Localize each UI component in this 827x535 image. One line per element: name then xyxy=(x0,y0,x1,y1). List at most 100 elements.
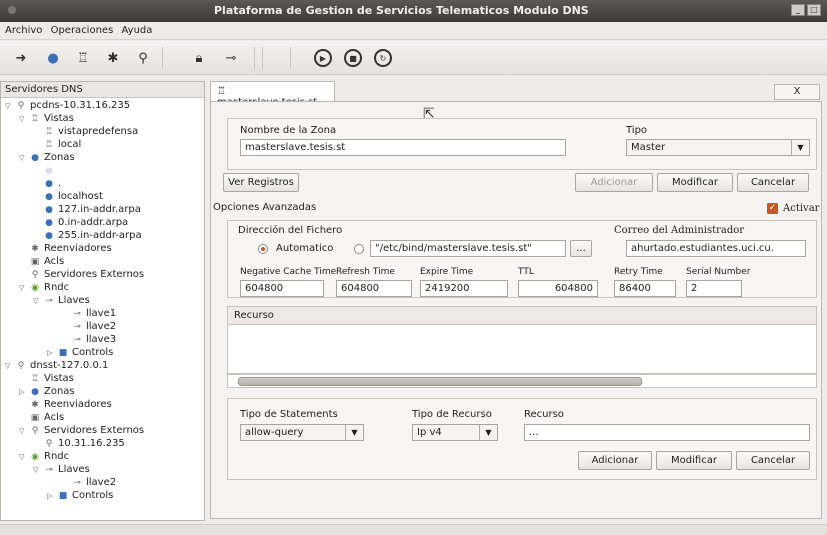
tree-llaves[interactable]: ▽ ⊸ Llaves xyxy=(33,464,90,476)
external-server-icon[interactable]: ⚲ xyxy=(134,49,152,67)
tree-key-item[interactable]: ⊸ llave2 xyxy=(71,477,116,489)
ver-registros-button[interactable]: Ver Registros xyxy=(223,173,299,192)
recurso-table-scrollbar[interactable] xyxy=(227,374,817,388)
expand-icon[interactable]: ▷ xyxy=(47,347,57,359)
browse-button[interactable]: ... xyxy=(570,240,592,257)
manual-path-radio[interactable] xyxy=(354,244,364,254)
expand-icon[interactable]: ▽ xyxy=(5,100,15,112)
serial-number-field[interactable]: 2 xyxy=(686,280,742,297)
tree-rndc[interactable]: ▽ ◉ Rndc xyxy=(19,282,69,294)
expand-icon[interactable]: ▽ xyxy=(19,152,29,164)
reload-icon[interactable]: ↻ xyxy=(374,49,392,67)
tree-reenviadores[interactable]: ✱ Reenviadores xyxy=(29,399,111,411)
tree-server-pcdns[interactable]: ▽ ⚲ pcdns-10.31.16.235 xyxy=(5,100,130,112)
tree-controls[interactable]: ▷ ■ Controls xyxy=(47,490,113,502)
tree-rndc[interactable]: ▽ ◉ Rndc xyxy=(19,451,69,463)
expand-icon[interactable]: ▽ xyxy=(5,360,15,372)
menu-operaciones[interactable]: Operaciones xyxy=(46,22,114,36)
statement-cancelar-button[interactable]: Cancelar xyxy=(736,451,810,470)
recurso-column-header[interactable]: Recurso xyxy=(234,310,274,321)
window-menu-icon[interactable] xyxy=(8,6,16,14)
statement-type-select[interactable]: allow-query ▼ xyxy=(240,424,364,441)
admin-email-field[interactable]: ahurtado.estudiantes.uci.cu. xyxy=(626,240,806,257)
zone-type-value: Master xyxy=(631,142,666,153)
ttl-label: TTL xyxy=(518,267,534,277)
ttl-field[interactable]: 604800 xyxy=(518,280,598,297)
stop-icon[interactable]: ■ xyxy=(344,49,362,67)
tab-zone[interactable]: ♖ masterslave.tesis.st xyxy=(210,81,335,108)
expand-icon[interactable]: ▽ xyxy=(19,425,29,437)
tree-acls[interactable]: ▣ Acls xyxy=(29,256,64,268)
statement-adicionar-button[interactable]: Adicionar xyxy=(578,451,652,470)
tree-reenviadores[interactable]: ✱ Reenviadores xyxy=(29,243,111,255)
tree-view-item[interactable]: ♖ vistapredefensa xyxy=(43,126,138,138)
toolbar-separator xyxy=(162,47,163,69)
tree-servidores-externos[interactable]: ▽ ⚲ Servidores Externos xyxy=(19,425,144,437)
refresh-time-field[interactable]: 604800 xyxy=(336,280,412,297)
resource-label: Recurso xyxy=(524,409,564,420)
tree-view-item[interactable]: ♖ local xyxy=(43,139,81,151)
menu-archivo[interactable]: Archivo xyxy=(0,22,42,36)
expand-icon[interactable]: ▽ xyxy=(19,113,29,125)
activar-checkbox[interactable]: ✓ xyxy=(767,203,778,214)
key-icon[interactable]: ⊸ xyxy=(222,49,240,67)
expire-time-field[interactable]: 2419200 xyxy=(420,280,508,297)
tree-llaves[interactable]: ▽ ⊸ Llaves xyxy=(33,295,90,307)
tree-external-server-item[interactable]: ⚲ 10.31.16.235 xyxy=(43,438,125,450)
expand-icon[interactable]: ▽ xyxy=(33,295,43,307)
tree-servidores-externos[interactable]: ⚲ Servidores Externos xyxy=(29,269,144,281)
recurso-table[interactable]: Recurso xyxy=(227,306,817,374)
tree-vistas[interactable]: ♖ Vistas xyxy=(29,373,74,385)
tree-zone-selected[interactable]: ● masterslave.tesis.st xyxy=(43,165,158,177)
expand-icon[interactable]: ▷ xyxy=(47,490,57,502)
tree-vistas[interactable]: ▽ ♖ Vistas xyxy=(19,113,74,125)
server-connect-icon[interactable]: ➜ xyxy=(12,49,30,67)
file-path-field[interactable]: "/etc/bind/masterslave.tesis.st" xyxy=(370,240,566,257)
forwarders-icon[interactable]: ✱ xyxy=(104,49,122,67)
tree-zone-item[interactable]: ● localhost xyxy=(43,191,103,203)
play-icon[interactable]: ▶ xyxy=(314,49,332,67)
tree-key-item[interactable]: ⊸ llave3 xyxy=(71,334,116,346)
statement-modificar-button[interactable]: Modificar xyxy=(656,451,732,470)
zone-icon: ● xyxy=(45,231,53,241)
tree-controls[interactable]: ▷ ■ Controls xyxy=(47,347,113,359)
resource-type-select[interactable]: Ip v4 ▼ xyxy=(412,424,498,441)
tree-zone-item[interactable]: ● 255.in-addr-arpa xyxy=(43,230,142,242)
negative-cache-field[interactable]: 604800 xyxy=(240,280,324,297)
tree-zone-item[interactable]: ● 127.in-addr.arpa xyxy=(43,204,141,216)
tree-zonas[interactable]: ▷ ● Zonas xyxy=(19,386,75,398)
resource-field[interactable]: ... xyxy=(524,424,810,441)
zone-name-label: Nombre de la Zona xyxy=(240,125,337,136)
tree-zonas[interactable]: ▽ ● Zonas xyxy=(19,152,75,164)
view-icon: ♖ xyxy=(30,114,40,124)
toolbar-separator xyxy=(262,47,263,69)
view-icon[interactable]: ♖ xyxy=(74,49,92,67)
tab-bar: ♖ masterslave.tesis.st X xyxy=(210,81,822,108)
menu-ayuda[interactable]: Ayuda xyxy=(116,22,152,36)
scrollbar-thumb[interactable] xyxy=(238,377,642,386)
zone-name-field[interactable]: masterslave.tesis.st xyxy=(240,139,566,156)
zone-icon: ● xyxy=(45,166,53,176)
resource-type-label: Tipo de Recurso xyxy=(412,409,492,420)
automatico-radio[interactable] xyxy=(258,244,268,254)
expand-icon[interactable]: ▽ xyxy=(19,451,29,463)
tree-server-dnsst[interactable]: ▽ ⚲ dnsst-127.0.0.1 xyxy=(5,360,108,372)
tree-key-item[interactable]: ⊸ llave1 xyxy=(71,308,116,320)
close-tab-button[interactable]: X xyxy=(774,84,820,100)
tree-key-item[interactable]: ⊸ llave2 xyxy=(71,321,116,333)
expand-icon[interactable]: ▽ xyxy=(33,464,43,476)
tree-zone-item[interactable]: ●. xyxy=(43,178,61,190)
adicionar-button[interactable]: Adicionar xyxy=(575,173,653,192)
modificar-button[interactable]: Modificar xyxy=(657,173,733,192)
minimize-button[interactable]: _ xyxy=(791,4,805,16)
maximize-button[interactable]: □ xyxy=(807,4,821,16)
retry-time-field[interactable]: 86400 xyxy=(614,280,676,297)
expand-icon[interactable]: ▽ xyxy=(19,282,29,294)
cancelar-button[interactable]: Cancelar xyxy=(737,173,809,192)
zone-icon[interactable]: ● xyxy=(44,49,62,67)
expand-icon[interactable]: ▷ xyxy=(19,386,29,398)
tree-zone-item[interactable]: ● 0.in-addr.arpa xyxy=(43,217,128,229)
lock-icon[interactable]: 🔒︎ xyxy=(190,49,208,67)
zone-type-select[interactable]: Master ▼ xyxy=(626,139,810,156)
tree-acls[interactable]: ▣ Acls xyxy=(29,412,64,424)
